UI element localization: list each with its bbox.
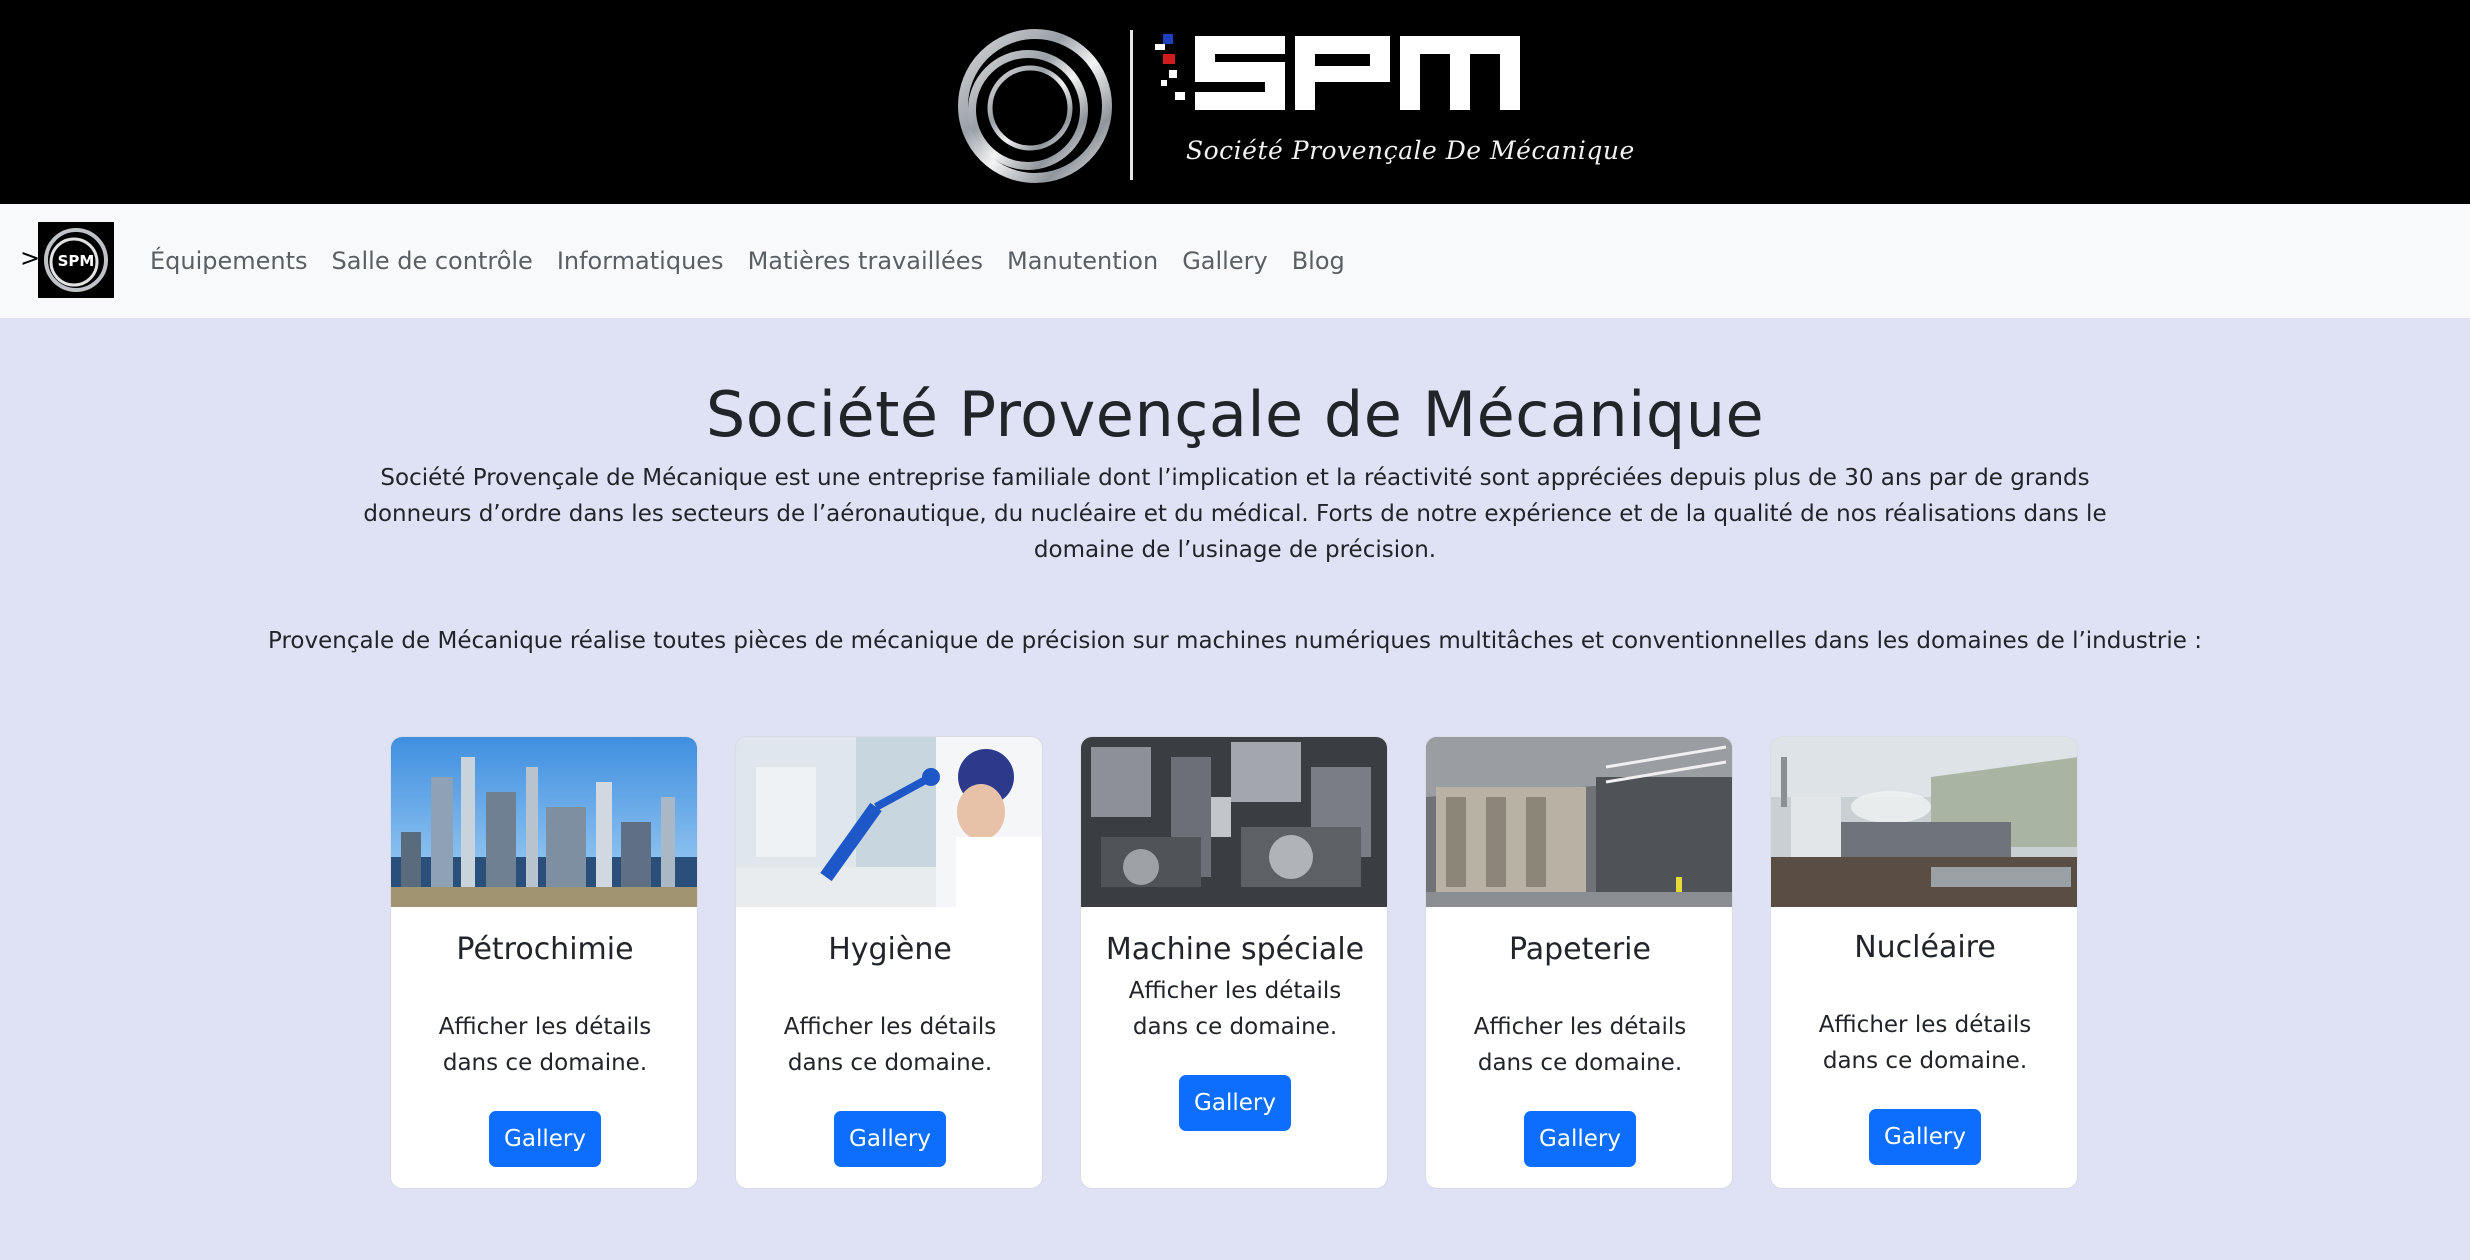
gallery-button-papeterie[interactable]: Gallery bbox=[1524, 1111, 1636, 1167]
domain-card-nucleaire: Nucléaire Afficher les détails dans ce d… bbox=[1770, 736, 2078, 1189]
nav-link-matieres-travaillees[interactable]: Matières travaillées bbox=[748, 247, 983, 275]
card-text: Afficher les détails dans ce domaine. bbox=[438, 1014, 652, 1076]
special-machine-image bbox=[1081, 737, 1387, 907]
card-title: Nucléaire bbox=[1854, 930, 1996, 965]
nav-link-informatiques[interactable]: Informatiques bbox=[557, 247, 724, 275]
nav-link-blog[interactable]: Blog bbox=[1292, 247, 1345, 275]
petrochemical-plant-image bbox=[391, 737, 697, 907]
hygiene-lab-image bbox=[736, 737, 1042, 907]
domain-card-hygiene: Hygiène Afficher les détails dans ce dom… bbox=[735, 736, 1043, 1189]
card-title: Pétrochimie bbox=[456, 932, 634, 967]
domain-card-machine-speciale: Machine spéciale Afficher les détails da… bbox=[1080, 736, 1388, 1189]
card-title: Machine spéciale bbox=[1105, 932, 1365, 967]
gallery-button-hygiene[interactable]: Gallery bbox=[834, 1111, 946, 1167]
nav-link-salle-de-controle[interactable]: Salle de contrôle bbox=[332, 247, 533, 275]
spm-wordmark bbox=[1155, 34, 1520, 110]
card-text: Afficher les détails dans ce domaine. bbox=[1473, 1014, 1687, 1076]
banner-logo[interactable]: Société Provençale De Mécanique bbox=[950, 26, 1635, 186]
intro-paragraph: Société Provençale de Mécanique est une … bbox=[363, 465, 2107, 563]
domains-paragraph: Provençale de Mécanique réalise toutes p… bbox=[268, 628, 2202, 654]
navbar-logo-text: SPM bbox=[58, 252, 95, 270]
nav-link-gallery[interactable]: Gallery bbox=[1182, 247, 1267, 275]
gallery-button-petrochimie[interactable]: Gallery bbox=[489, 1111, 601, 1167]
nav-link-manutention[interactable]: Manutention bbox=[1007, 247, 1158, 275]
card-text: Afficher les détails dans ce domaine. bbox=[1128, 978, 1342, 1040]
site-banner: Société Provençale De Mécanique bbox=[0, 0, 2470, 204]
card-text: Afficher les détails dans ce domaine. bbox=[783, 1014, 997, 1076]
nav-link-equipements[interactable]: Équipements bbox=[150, 247, 308, 275]
gallery-button-nucleaire[interactable]: Gallery bbox=[1869, 1109, 1981, 1165]
card-title: Hygiène bbox=[828, 932, 952, 967]
nuclear-plant-image bbox=[1771, 737, 2077, 907]
domain-card-petrochimie: Pétrochimie Afficher les détails dans ce… bbox=[390, 736, 698, 1189]
card-title: Papeterie bbox=[1509, 932, 1651, 967]
banner-divider bbox=[1130, 30, 1133, 180]
navbar-links: Équipements Salle de contrôle Informatiq… bbox=[150, 204, 1369, 318]
page-title: Société Provençale de Mécanique bbox=[705, 378, 1765, 451]
logo-subtitle: Société Provençale De Mécanique bbox=[1186, 136, 1635, 165]
domain-card-papeterie: Papeterie Afficher les détails dans ce d… bbox=[1425, 736, 1733, 1189]
gallery-button-machine-speciale[interactable]: Gallery bbox=[1179, 1075, 1291, 1131]
card-text: Afficher les détails dans ce domaine. bbox=[1818, 1012, 2032, 1074]
paper-mill-image bbox=[1426, 737, 1732, 907]
navbar-logo-icon[interactable]: SPM bbox=[38, 222, 114, 298]
rings-logo-icon bbox=[958, 29, 1112, 183]
main-navbar: > SPM Équipements Salle de contrôle Info… bbox=[0, 204, 2470, 318]
